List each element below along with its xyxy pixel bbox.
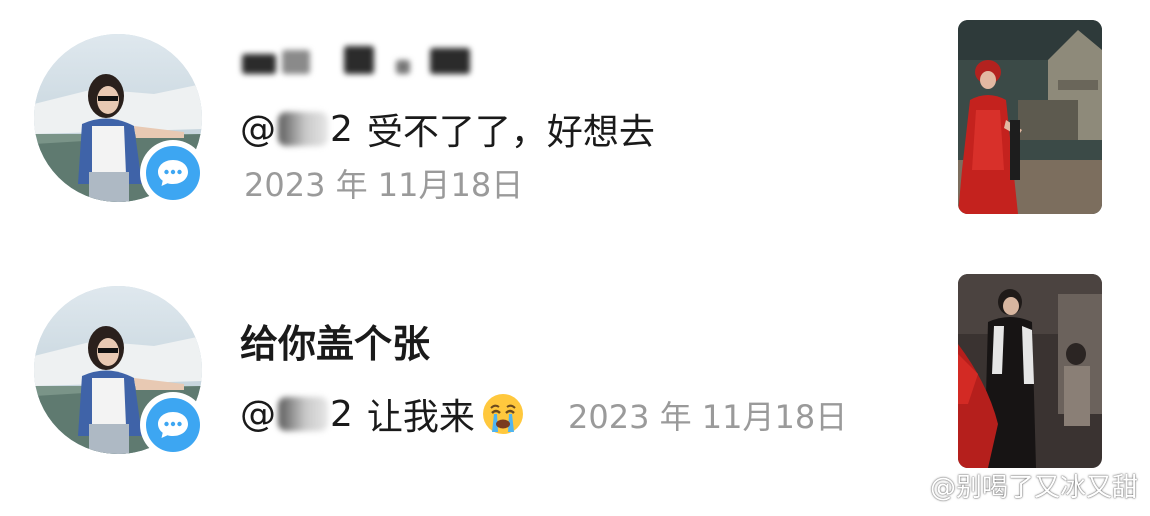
- chat-badge: [140, 140, 206, 206]
- comment-text: 给你盖个张: [240, 322, 431, 366]
- watermark-text: @别喝了又冰又甜: [929, 473, 1138, 503]
- comment-icon: [158, 412, 188, 438]
- reply-message: 让我来: [366, 397, 475, 438]
- timestamp: 2023 年 11月18日: [568, 398, 848, 436]
- crying-face-icon: [482, 394, 523, 434]
- mention-suffix[interactable]: 2: [330, 394, 353, 435]
- mention-redacted: [278, 112, 328, 146]
- timestamp: 2023 年 11月18日: [244, 166, 524, 204]
- notification-list: @2 受不了了，好想去 2023 年 11月18日 给你盖个张 @ 2 让我来 …: [0, 0, 1150, 516]
- notification-item[interactable]: @2 受不了了，好想去 2023 年 11月18日: [0, 0, 1150, 240]
- comment-icon: [158, 160, 188, 186]
- mention-redacted: [278, 397, 328, 431]
- username-redacted[interactable]: [240, 40, 480, 76]
- watermark: @别喝了又冰又甜: [890, 467, 1138, 504]
- post-thumbnail[interactable]: [958, 274, 1102, 468]
- reply-message: 受不了了，好想去: [366, 112, 655, 153]
- mention-at[interactable]: @: [240, 394, 276, 435]
- post-thumbnail[interactable]: [958, 20, 1102, 214]
- mention-suffix[interactable]: 2: [330, 109, 353, 150]
- chat-badge: [140, 392, 206, 458]
- mention-at[interactable]: @: [240, 109, 276, 150]
- weibo-logo-icon: [890, 473, 925, 500]
- reply-text: @2 让我来: [240, 388, 525, 440]
- reply-text: @2 受不了了，好想去: [240, 105, 655, 154]
